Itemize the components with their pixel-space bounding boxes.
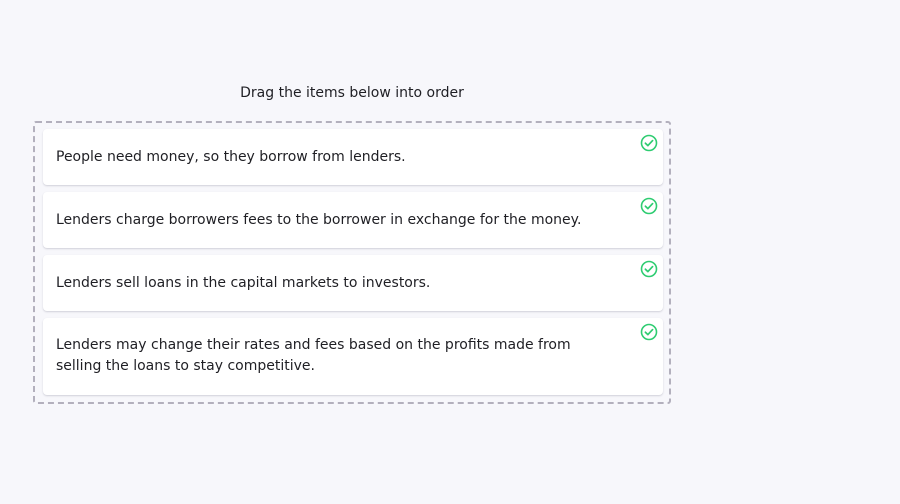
draggable-item-3[interactable]: Lenders sell loans in the capital market… [43,255,663,311]
draggable-item-4[interactable]: Lenders may change their rates and fees … [43,318,663,395]
check-circle-icon [640,260,658,278]
drag-order-list: People need money, so they borrow from l… [33,121,671,404]
instruction-heading: Drag the items below into order [240,85,464,101]
item-text: Lenders sell loans in the capital market… [56,274,431,291]
check-circle-icon [640,134,658,152]
draggable-item-1[interactable]: People need money, so they borrow from l… [43,129,663,185]
check-circle-icon [640,197,658,215]
item-text: Lenders charge borrowers fees to the bor… [56,211,582,228]
draggable-item-2[interactable]: Lenders charge borrowers fees to the bor… [43,192,663,248]
check-circle-icon [640,323,658,341]
item-text: People need money, so they borrow from l… [56,148,406,165]
item-text: Lenders may change their rates and fees … [56,337,571,374]
